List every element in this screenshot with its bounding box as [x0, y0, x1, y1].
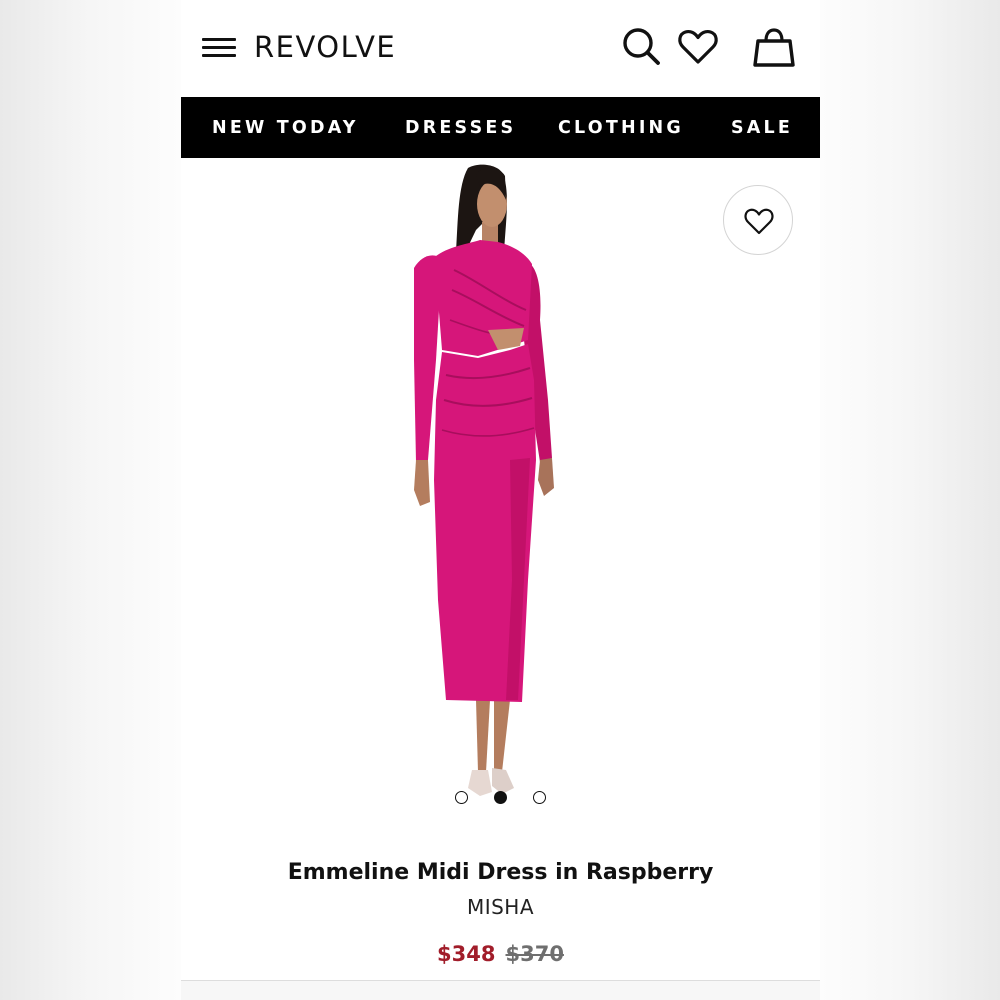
carousel-dot-2-active[interactable] [494, 791, 507, 804]
search-icon[interactable] [619, 24, 665, 70]
nav-clothing[interactable]: CLOTHING [558, 97, 684, 158]
heart-outline-icon [744, 208, 774, 235]
nav-dresses[interactable]: DRESSES [405, 97, 516, 158]
shopping-bag-icon[interactable] [751, 24, 797, 70]
original-price: $370 [505, 942, 564, 966]
product-title: Emmeline Midi Dress in Raspberry [287, 860, 714, 885]
heart-icon[interactable] [675, 24, 721, 70]
hamburger-menu-icon[interactable] [202, 37, 236, 59]
product-brand[interactable]: MISHA [181, 895, 820, 919]
category-nav: NEW TODAY DRESSES CLOTHING SALE [181, 97, 820, 158]
add-to-wishlist-button[interactable] [723, 185, 793, 255]
image-carousel-indicator [455, 791, 555, 805]
site-header: REVOLVE [181, 0, 820, 96]
nav-sale[interactable]: SALE [731, 97, 793, 158]
product-image[interactable] [406, 160, 596, 810]
product-prices: $348 $370 [181, 942, 820, 966]
site-logo[interactable]: REVOLVE [254, 28, 396, 66]
carousel-dot-3[interactable] [533, 791, 546, 804]
bottom-divider [181, 980, 820, 1000]
sale-price: $348 [437, 942, 496, 966]
mobile-page: REVOLVE NEW TODAY DRESSES CLOTHING SALE [181, 0, 820, 1000]
nav-new-today[interactable]: NEW TODAY [212, 97, 359, 158]
carousel-dot-1[interactable] [455, 791, 468, 804]
